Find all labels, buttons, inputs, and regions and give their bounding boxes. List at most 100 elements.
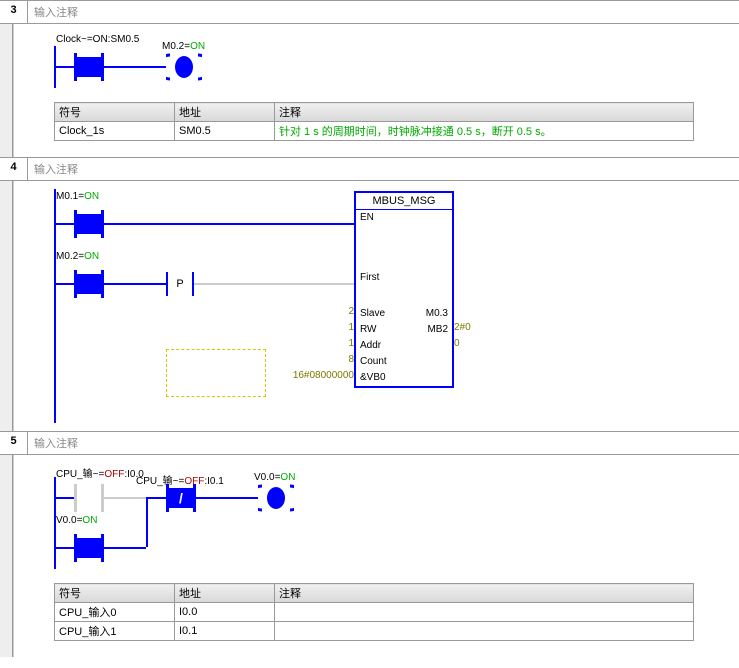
network-4: 4 输入注释 M0.1=ON M0.2=ON P [0, 157, 739, 431]
cell-address: SM0.5 [175, 122, 275, 141]
symbol-table: 符号 地址 注释 CPU_输入0 I0.0 CPU_输入1 I0.1 [54, 583, 694, 641]
table-row: CPU_输入1 I0.1 [55, 622, 694, 641]
contact-no-off[interactable] [74, 484, 104, 512]
pin-slave: Slave [360, 307, 385, 321]
contact-group: CPU_输~=OFF:I0.1 / [166, 484, 196, 512]
p-label: P [176, 278, 183, 290]
rung: M0.1=ON [56, 203, 354, 245]
wire [104, 66, 166, 68]
th-address: 地址 [175, 584, 275, 603]
cell-address: I0.0 [175, 603, 275, 622]
wire [56, 223, 74, 225]
network-header: 4 输入注释 [0, 158, 739, 181]
block-title: MBUS_MSG [356, 193, 452, 210]
network-title: 输入注释 [28, 158, 84, 180]
pin-first: First [360, 271, 379, 285]
pin-rw: RW [360, 323, 376, 337]
wire [56, 547, 74, 549]
network-body: Clock~=ON:SM0.5 M0.2=ON 符号 地址 注释 [0, 24, 739, 157]
pin-out-m03: M0.3 [426, 307, 448, 321]
coil[interactable] [258, 484, 294, 512]
pin-val-rw: 1 [348, 322, 354, 333]
cell-comment [275, 622, 694, 641]
cell-comment: 针对 1 s 的周期时间，时钟脉冲接通 0.5 s，断开 0.5 s。 [275, 122, 694, 141]
label-prefix: M0.2= [56, 251, 84, 262]
contact-label-1: CPU_输~=OFF:I0.0 [56, 465, 144, 480]
pin-out-val2: 0 [454, 338, 460, 349]
pin-en: EN [360, 211, 374, 225]
la: :I0.1 [204, 476, 223, 487]
rung: M0.2=ON P [56, 263, 354, 305]
pin-vb0: &VB0 [360, 371, 386, 385]
contact-label: V0.0=ON [56, 515, 97, 526]
network-number: 4 [0, 158, 28, 180]
network-body: CPU_输~=OFF:I0.0 CPU_输~=OFF:I0.1 / [0, 455, 739, 657]
th-symbol: 符号 [55, 584, 175, 603]
coil-group: V0.0=ON [258, 484, 294, 512]
ls: OFF [104, 469, 124, 480]
pin-val-vb0: 16#08000000 [293, 370, 354, 381]
contact-no[interactable] [74, 53, 104, 81]
cell-symbol: Clock_1s [55, 122, 175, 141]
lp: CPU_输~= [56, 469, 104, 480]
wire [56, 497, 74, 499]
rung-branch: V0.0=ON [56, 527, 739, 569]
coil-label: M0.2=ON [162, 41, 205, 52]
label-state: ON [84, 251, 99, 262]
network-header: 5 输入注释 [0, 432, 739, 455]
cell-comment [275, 603, 694, 622]
contact-no[interactable] [74, 270, 104, 298]
label-prefix: M0.1= [56, 191, 84, 202]
cell-symbol: CPU_输入1 [55, 622, 175, 641]
rung: Clock~=ON:SM0.5 M0.2=ON [56, 46, 739, 88]
function-block-mbus-msg[interactable]: MBUS_MSG EN First 2 Slave M0.3 2#0 1 [354, 191, 454, 388]
power-rail: Clock~=ON:SM0.5 M0.2=ON [54, 46, 739, 88]
cell-address: I0.1 [175, 622, 275, 641]
th-comment: 注释 [275, 584, 694, 603]
pin-addr: Addr [360, 339, 381, 353]
table-header-row: 符号 地址 注释 [55, 584, 694, 603]
network-number: 3 [0, 1, 28, 23]
gutter [0, 455, 14, 657]
table-row: Clock_1s SM0.5 针对 1 s 的周期时间，时钟脉冲接通 0.5 s… [55, 122, 694, 141]
wire-off [194, 283, 354, 285]
network-header: 3 输入注释 [0, 1, 739, 24]
coil-label-prefix: M0.2= [162, 41, 190, 52]
pin-out-mb2: MB2 [427, 323, 448, 337]
pin-val-addr: 1 [348, 338, 354, 349]
power-rail: M0.1=ON M0.2=ON P MBUS_MSG [54, 189, 739, 423]
table-row: CPU_输入0 I0.0 [55, 603, 694, 622]
pin-val-count: 8 [348, 354, 354, 365]
coil-state: ON [190, 41, 205, 52]
wire [104, 547, 146, 549]
th-symbol: 符号 [55, 103, 175, 122]
wire [56, 283, 74, 285]
cs: ON [280, 472, 295, 483]
network-title: 输入注释 [28, 432, 84, 454]
lp: V0.0= [56, 515, 82, 526]
contact-no[interactable] [74, 210, 104, 238]
gutter [0, 181, 14, 431]
label-state: ON [84, 191, 99, 202]
network-5: 5 输入注释 CPU_输~=OFF:I0.0 CPU_输~=OFF :I0.1 [0, 431, 739, 657]
symbol-table: 符号 地址 注释 Clock_1s SM0.5 针对 1 s 的周期时间，时钟脉… [54, 102, 694, 141]
contact-nc[interactable]: / [166, 484, 196, 512]
th-address: 地址 [175, 103, 275, 122]
wire [196, 497, 258, 499]
wire [104, 283, 166, 285]
contact-label: Clock~=ON:SM0.5 [56, 34, 139, 45]
table-header-row: 符号 地址 注释 [55, 103, 694, 122]
wire [104, 223, 354, 225]
th-comment: 注释 [275, 103, 694, 122]
power-rail: CPU_输~=OFF:I0.0 CPU_输~=OFF:I0.1 / [54, 477, 739, 569]
network-title: 输入注释 [28, 1, 84, 23]
ls: ON [82, 515, 97, 526]
network-3: 3 输入注释 Clock~=ON:SM0.5 M0.2=ON [0, 0, 739, 157]
wire [56, 66, 74, 68]
p-contact[interactable]: P [166, 272, 194, 296]
network-body: M0.1=ON M0.2=ON P MBUS_MSG [0, 181, 739, 431]
wire [148, 497, 166, 499]
contact-no[interactable] [74, 534, 104, 562]
coil[interactable] [166, 53, 202, 81]
contact-label: M0.1=ON [56, 191, 99, 202]
